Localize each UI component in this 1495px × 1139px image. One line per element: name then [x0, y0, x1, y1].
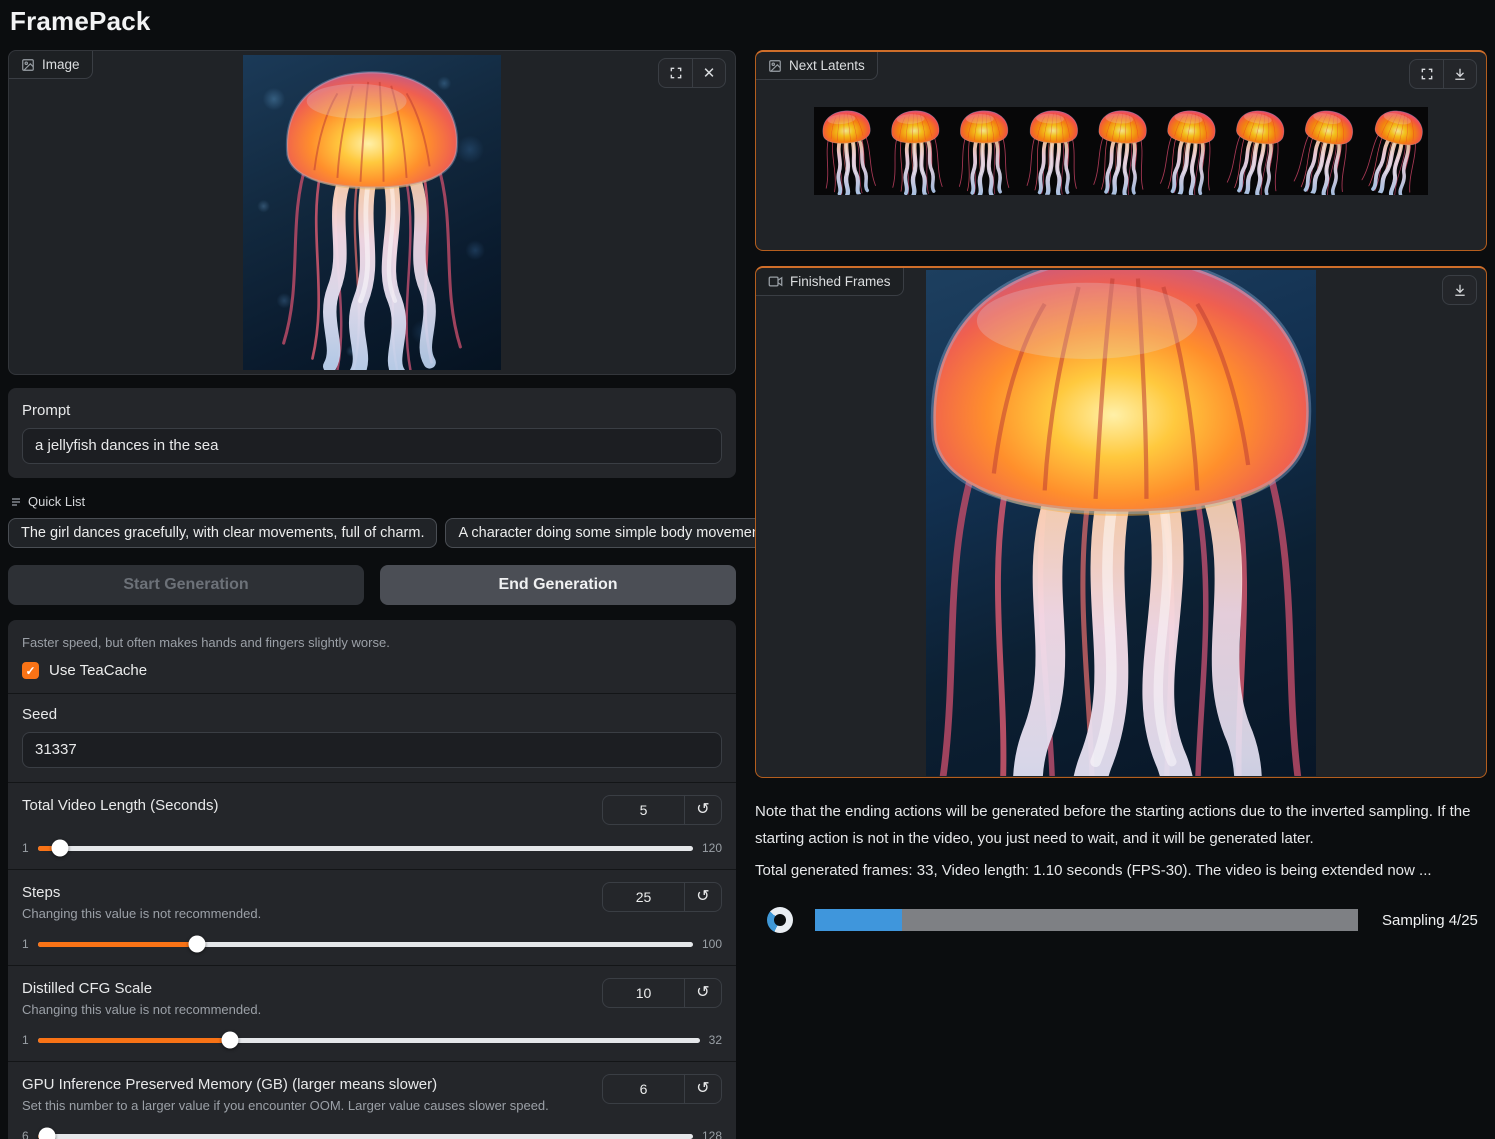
reset-icon[interactable]: ↺ [684, 1075, 721, 1103]
seed-section: Seed 31337 [8, 693, 736, 782]
quick-prompt-button-2[interactable]: A character doing some simple body movem… [445, 518, 788, 548]
framepack-app: FramePack Image [0, 0, 1495, 1139]
input-image-panel: Image ✕ [8, 50, 736, 375]
prompt-input[interactable]: a jellyfish dances in the sea [22, 428, 722, 464]
video-length-number-input[interactable]: 5 [603, 796, 684, 824]
latent-frame [1223, 107, 1291, 195]
reset-icon[interactable]: ↺ [684, 883, 721, 911]
progress-label: Sampling 4/25 [1382, 912, 1478, 929]
quick-prompt-button-1[interactable]: The girl dances gracefully, with clear m… [8, 518, 437, 548]
loading-spinner-icon [767, 907, 793, 933]
latent-frame [1019, 107, 1087, 195]
latents-filmstrip [814, 107, 1428, 195]
video-length-slider[interactable] [38, 846, 693, 851]
download-icon[interactable] [1443, 60, 1476, 88]
download-icon[interactable] [1443, 276, 1476, 304]
cfg-slider[interactable] [38, 1038, 700, 1043]
steps-slider[interactable] [38, 942, 693, 947]
settings-group: Faster speed, but often makes hands and … [8, 620, 736, 1139]
input-image[interactable] [243, 55, 501, 370]
latent-frame [814, 107, 882, 195]
cfg-number-input[interactable]: 10 [603, 979, 684, 1007]
reset-icon[interactable]: ↺ [684, 796, 721, 824]
latent-frame [1087, 107, 1155, 195]
image-icon [21, 58, 35, 72]
quick-list-header: Quick List [10, 494, 736, 509]
generation-status: Total generated frames: 33, Video length… [755, 862, 1487, 879]
steps-slider-block: Steps Changing this value is not recomme… [8, 869, 736, 965]
start-generation-button[interactable]: Start Generation [8, 565, 364, 605]
seed-label: Seed [22, 706, 722, 723]
seed-input[interactable]: 31337 [22, 732, 722, 768]
gpu-memory-slider[interactable] [38, 1134, 693, 1139]
sampling-note: Note that the ending actions will be gen… [755, 798, 1487, 852]
page-title: FramePack [0, 0, 1495, 37]
latent-frame [950, 107, 1018, 195]
slider-handle[interactable] [38, 1128, 55, 1139]
latent-frame [1155, 107, 1223, 195]
teacache-section: Faster speed, but often makes hands and … [8, 620, 736, 693]
cfg-slider-block: Distilled CFG Scale Changing this value … [8, 965, 736, 1061]
checkbox-checked-icon[interactable]: ✓ [22, 662, 39, 679]
slider-handle[interactable] [188, 936, 205, 953]
progress-bar [815, 909, 1358, 931]
prompt-label: Prompt [22, 402, 722, 419]
list-icon [10, 496, 22, 508]
gpu-memory-slider-block: GPU Inference Preserved Memory (GB) (lar… [8, 1061, 736, 1139]
next-latents-label: Next Latents [756, 52, 878, 80]
fullscreen-button[interactable] [659, 59, 692, 87]
video-icon [768, 275, 783, 288]
slider-handle[interactable] [51, 840, 68, 857]
latent-frame [1291, 107, 1359, 195]
teacache-checkbox[interactable]: ✓ Use TeaCache [22, 662, 722, 679]
latent-frame [1360, 107, 1428, 195]
close-icon[interactable]: ✕ [692, 59, 725, 87]
next-latents-panel: Next Latents [755, 50, 1487, 251]
progress-row: Sampling 4/25 [755, 907, 1487, 933]
image-icon [768, 59, 782, 73]
finished-frames-video[interactable] [926, 270, 1316, 776]
video-length-slider-block: Total Video Length (Seconds) 5 ↺ 1 120 [8, 782, 736, 869]
steps-number-input[interactable]: 25 [603, 883, 684, 911]
slider-handle[interactable] [221, 1032, 238, 1049]
end-generation-button[interactable]: End Generation [380, 565, 736, 605]
gpu-memory-number-input[interactable]: 6 [603, 1075, 684, 1103]
fullscreen-button[interactable] [1410, 60, 1443, 88]
image-panel-label: Image [9, 51, 93, 79]
reset-icon[interactable]: ↺ [684, 979, 721, 1007]
finished-frames-panel: Finished Frames [755, 266, 1487, 778]
finished-frames-label: Finished Frames [756, 268, 904, 296]
prompt-block: Prompt a jellyfish dances in the sea [8, 388, 736, 478]
teacache-info: Faster speed, but often makes hands and … [22, 635, 722, 650]
latent-frame [882, 107, 950, 195]
